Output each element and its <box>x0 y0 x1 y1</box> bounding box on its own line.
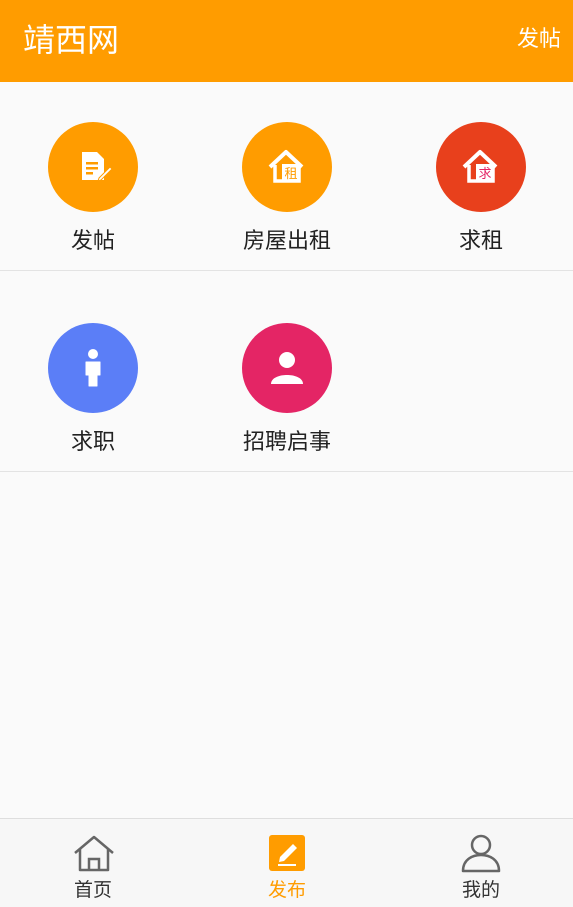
tab-publish[interactable]: 发布 <box>194 819 385 907</box>
tab-label: 我的 <box>461 879 500 901</box>
profile-icon <box>461 834 501 873</box>
home-icon <box>74 835 114 872</box>
document-edit-icon <box>48 122 138 212</box>
category-label: 求职 <box>70 430 115 455</box>
post-header-button[interactable]: 发帖 <box>517 22 561 58</box>
tab-label: 首页 <box>73 879 112 901</box>
badge-text: 求 <box>478 167 491 182</box>
person-icon <box>48 323 138 413</box>
category-label: 求租 <box>458 229 503 254</box>
category-recruitment[interactable]: 招聘启事 <box>194 283 385 471</box>
tab-label: 发布 <box>267 879 306 901</box>
category-label: 房屋出租 <box>242 229 331 254</box>
category-row-2: 求职 招聘启事 <box>0 283 573 472</box>
category-row-1: 发帖 租 房屋出租 求 求租 <box>0 82 573 271</box>
house-seek-icon: 求 <box>436 122 526 212</box>
user-icon <box>242 323 332 413</box>
tab-home[interactable]: 首页 <box>0 819 191 907</box>
app-title: 靖西网 <box>23 21 120 59</box>
category-label: 招聘启事 <box>242 430 331 455</box>
category-job-seek[interactable]: 求职 <box>0 283 191 471</box>
tab-mine[interactable]: 我的 <box>388 819 573 907</box>
edit-icon <box>269 835 305 871</box>
category-seek-rent[interactable]: 求 求租 <box>388 82 573 270</box>
badge-text: 租 <box>284 167 297 182</box>
category-post[interactable]: 发帖 <box>0 82 191 270</box>
bottom-tab-bar: 首页 发布 我的 <box>0 818 573 907</box>
category-house-rent[interactable]: 租 房屋出租 <box>194 82 385 270</box>
house-rent-icon: 租 <box>242 122 332 212</box>
top-app-bar: 靖西网 发帖 <box>0 0 573 82</box>
category-label: 发帖 <box>70 229 115 254</box>
